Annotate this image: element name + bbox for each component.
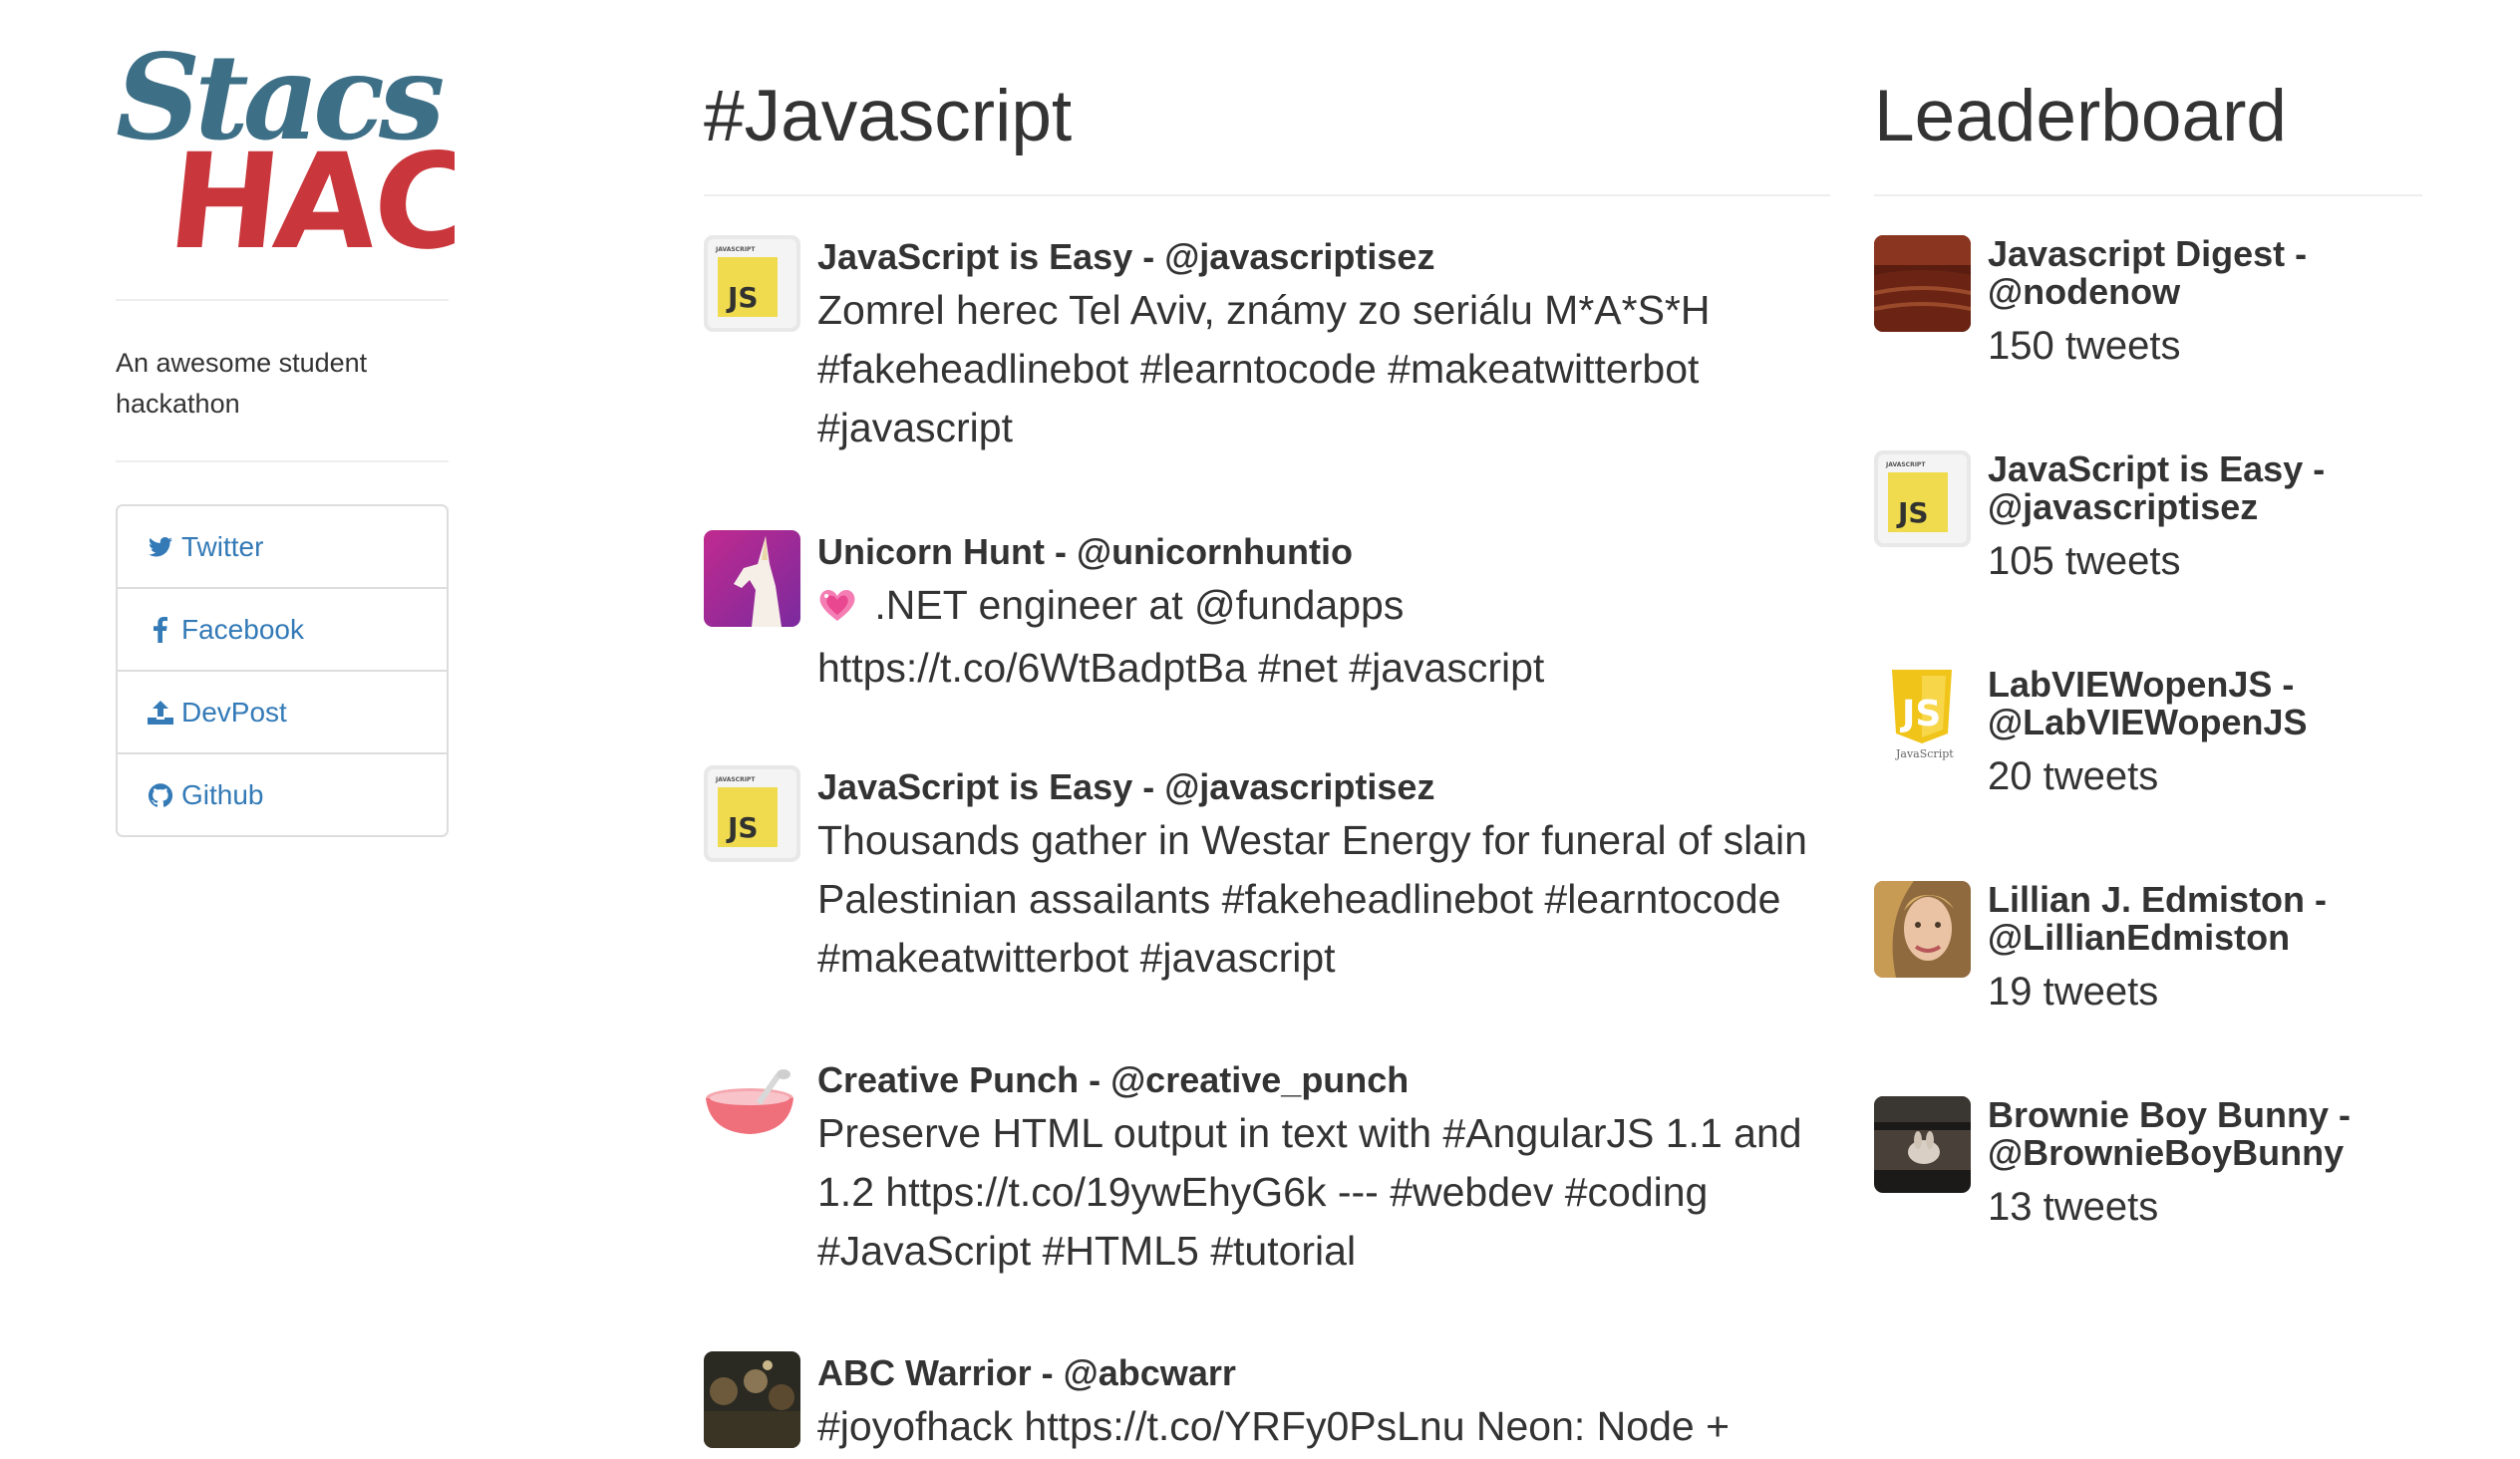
- leader-name[interactable]: JavaScript is Easy - @javascriptisez: [1988, 450, 2406, 526]
- unicorn-avatar[interactable]: [704, 530, 800, 627]
- feed-divider: [704, 194, 1830, 196]
- tweet-count: 105 tweets: [1988, 539, 2181, 583]
- svg-text:JAVASCRIPT: JAVASCRIPT: [1885, 461, 1926, 468]
- tweet-body: Unicorn Hunt - @unicornhuntio .NET engin…: [817, 530, 1820, 698]
- page: Stacs HACK An awesome student hackathon …: [0, 0, 2520, 1459]
- tweet-author[interactable]: JavaScript is Easy - @javascriptisez: [817, 765, 1820, 809]
- nav-label: DevPost: [181, 696, 287, 728]
- leader-name[interactable]: Javascript Digest - @nodenow: [1988, 235, 2406, 311]
- svg-text:JS: JS: [726, 281, 759, 314]
- bunny-photo-avatar[interactable]: [1874, 1096, 1971, 1193]
- leaderboard-entry-body: LabVIEWopenJS - @LabVIEWopenJS 20 tweets: [1988, 666, 2406, 801]
- leaderboard-entry-body: Brownie Boy Bunny - @BrownieBoyBunny 13 …: [1988, 1096, 2406, 1232]
- tagline: An awesome student hackathon: [116, 348, 368, 419]
- tweet-count: 19 tweets: [1988, 970, 2159, 1014]
- tweet-body: ABC Warrior - @abcwarr #joyofhack https:…: [817, 1351, 1820, 1456]
- leader-name[interactable]: Brownie Boy Bunny - @BrownieBoyBunny: [1988, 1096, 2406, 1172]
- svg-text:JS: JS: [726, 811, 759, 844]
- js-badge-avatar[interactable]: JAVASCRIPT JS: [704, 765, 800, 862]
- js-badge-avatar[interactable]: JAVASCRIPT JS: [1874, 450, 1971, 547]
- tweet-author[interactable]: ABC Warrior - @abcwarr: [817, 1351, 1820, 1395]
- svg-text:JAVASCRIPT: JAVASCRIPT: [715, 246, 756, 253]
- tweet-author[interactable]: Unicorn Hunt - @unicornhuntio: [817, 530, 1820, 574]
- facebook-icon: [148, 616, 173, 643]
- feed-title: #Javascript: [704, 76, 1073, 156]
- nav-label: Facebook: [181, 613, 304, 645]
- leaderboard-title: Leaderboard: [1874, 76, 2288, 156]
- upload-icon: [148, 700, 173, 726]
- nav-item-github[interactable]: Github: [118, 752, 447, 835]
- tweet-author[interactable]: Creative Punch - @creative_punch: [817, 1058, 1820, 1102]
- leader-name[interactable]: Lillian J. Edmiston - @LillianEdmiston: [1988, 881, 2406, 957]
- sidebar-divider: [116, 460, 449, 462]
- leaderboard-entry-body: Javascript Digest - @nodenow 150 tweets: [1988, 235, 2406, 371]
- js-shield-avatar[interactable]: JS JavaScript: [1874, 666, 1971, 762]
- js-badge-avatar[interactable]: JAVASCRIPT JS: [704, 235, 800, 332]
- tweet-text: Zomrel herec Tel Aviv, známy zo seriálu …: [817, 287, 1711, 450]
- tweet-text: .NET engineer at @fundapps https://t.co/…: [817, 576, 1820, 698]
- nav-label: Twitter: [181, 530, 264, 562]
- svg-text:JS: JS: [1896, 496, 1929, 529]
- leaderboard-entry-body: JavaScript is Easy - @javascriptisez 105…: [1988, 450, 2406, 586]
- tweet-count: 20 tweets: [1988, 754, 2159, 798]
- tweet-text-content: .NET engineer at @fundapps https://t.co/…: [817, 582, 1545, 691]
- tweet-body: JavaScript is Easy - @javascriptisez Tho…: [817, 765, 1820, 988]
- tweet-count: 150 tweets: [1988, 324, 2181, 368]
- svg-text:JavaScript: JavaScript: [1895, 747, 1954, 760]
- nav-item-facebook[interactable]: Facebook: [118, 587, 447, 670]
- logo-line2: HACK: [161, 126, 455, 263]
- leaderboard-divider: [1874, 194, 2422, 196]
- twitter-icon: [148, 534, 173, 560]
- portrait-photo-avatar[interactable]: [1874, 881, 1971, 978]
- svg-text:JS: JS: [1899, 694, 1941, 734]
- tweet-author[interactable]: JavaScript is Easy - @javascriptisez: [817, 235, 1820, 279]
- social-nav: Twitter Facebook DevPost Github: [116, 504, 449, 837]
- leaderboard-entry-body: Lillian J. Edmiston - @LillianEdmiston 1…: [1988, 881, 2406, 1017]
- nav-label: Github: [181, 778, 264, 810]
- stacshack-logo[interactable]: Stacs HACK: [116, 34, 455, 263]
- punch-bowl-avatar[interactable]: [704, 1058, 800, 1155]
- tweet-text: Thousands gather in Westar Energy for fu…: [817, 817, 1807, 981]
- nav-item-twitter[interactable]: Twitter: [118, 506, 447, 587]
- tweet-body: JavaScript is Easy - @javascriptisez Zom…: [817, 235, 1820, 457]
- sidebar-divider: [116, 299, 449, 301]
- tweet-count: 13 tweets: [1988, 1185, 2159, 1229]
- tweet-text: Preserve HTML output in text with #Angul…: [817, 1110, 1802, 1274]
- svg-text:JAVASCRIPT: JAVASCRIPT: [715, 776, 756, 783]
- nav-item-devpost[interactable]: DevPost: [118, 670, 447, 752]
- sparkling-heart-emoji: [817, 580, 857, 639]
- github-icon: [148, 782, 173, 808]
- crowd-photo-avatar[interactable]: [704, 1351, 800, 1448]
- tweet-text: #joyofhack https://t.co/YRFy0PsLnu Neon:…: [817, 1403, 1731, 1449]
- theater-photo-avatar[interactable]: [1874, 235, 1971, 332]
- leader-name[interactable]: LabVIEWopenJS - @LabVIEWopenJS: [1988, 666, 2406, 741]
- tweet-body: Creative Punch - @creative_punch Preserv…: [817, 1058, 1820, 1281]
